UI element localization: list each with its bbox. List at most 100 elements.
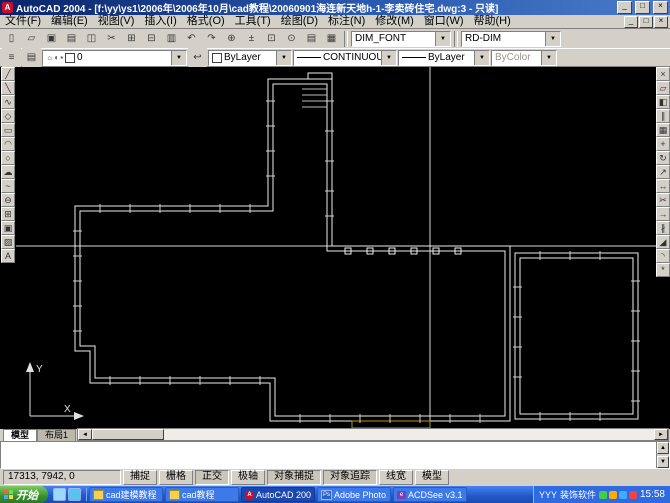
- tray-icon-green[interactable]: [599, 491, 607, 499]
- chevron-down-icon[interactable]: ▼: [171, 51, 186, 65]
- chevron-down-icon[interactable]: ▼: [276, 51, 291, 65]
- layer-previous-icon[interactable]: ↩: [188, 48, 207, 67]
- scrollbar-track[interactable]: [164, 429, 654, 440]
- copy-object-icon[interactable]: ▱: [656, 81, 670, 95]
- menu-item[interactable]: 标注(N): [323, 15, 370, 28]
- status-toggle-button[interactable]: 对象捕捉: [267, 470, 321, 485]
- start-button[interactable]: 开始: [0, 486, 48, 503]
- task-button[interactable]: cad教程: [165, 487, 239, 502]
- tray-icon-orange[interactable]: [609, 491, 617, 499]
- undo-icon[interactable]: ↶: [182, 29, 201, 48]
- layer-manager-icon[interactable]: ▤: [22, 48, 41, 67]
- explode-icon[interactable]: *: [656, 263, 670, 277]
- make-block-icon[interactable]: ▣: [1, 221, 15, 235]
- menu-item[interactable]: 格式(O): [182, 15, 230, 28]
- polyline-icon[interactable]: ∿: [1, 95, 15, 109]
- cut-icon[interactable]: ✂: [102, 29, 121, 48]
- erase-icon[interactable]: ×: [656, 67, 670, 81]
- color-combo[interactable]: ByLayer ▼: [208, 50, 292, 66]
- pan-icon[interactable]: ⊕: [222, 29, 241, 48]
- command-lines[interactable]: 指定相机位 <14640, 9786, 1334>: <正交 开: [1, 442, 656, 468]
- menu-item[interactable]: 编辑(E): [46, 15, 93, 28]
- tray-icon-blue[interactable]: [619, 491, 627, 499]
- chevron-down-icon[interactable]: ▼: [474, 51, 489, 65]
- trim-icon[interactable]: ✂: [656, 193, 670, 207]
- mirror-icon[interactable]: ◧: [656, 95, 670, 109]
- status-toggle-button[interactable]: 栅格: [159, 470, 193, 485]
- scale-icon[interactable]: ↗: [656, 165, 670, 179]
- extend-icon[interactable]: →: [656, 207, 670, 221]
- break-icon[interactable]: ∦: [656, 221, 670, 235]
- drawing-area[interactable]: ╱╲∿◇▭◠○☁~⊖⊞▣▨A YX ×▱◧∥▦+↻↗↔✂→∦◢◝*: [0, 67, 670, 429]
- zoom-realtime-icon[interactable]: ±: [242, 29, 261, 48]
- revision-cloud-icon[interactable]: ☁: [1, 165, 15, 179]
- show-desktop-icon[interactable]: [53, 488, 66, 501]
- menu-item[interactable]: 插入(I): [139, 15, 181, 28]
- line-icon[interactable]: ╱: [1, 67, 15, 81]
- scroll-up-icon[interactable]: ▲: [657, 442, 669, 454]
- minimize-button[interactable]: _: [617, 1, 632, 14]
- rectangle-icon[interactable]: ▭: [1, 123, 15, 137]
- make-object-layer-current-icon[interactable]: ≡: [2, 48, 21, 67]
- status-toggle-button[interactable]: 模型: [415, 470, 449, 485]
- command-window[interactable]: 指定相机位 <14640, 9786, 1334>: <正交 开 ▲ ▼: [0, 441, 670, 469]
- zoom-window-icon[interactable]: ⊡: [262, 29, 281, 48]
- zoom-previous-icon[interactable]: ⊙: [282, 29, 301, 48]
- dim-style-combo[interactable]: RD-DIM ▼: [461, 31, 561, 47]
- chevron-down-icon[interactable]: ▼: [381, 51, 396, 65]
- redo-icon[interactable]: ↷: [202, 29, 221, 48]
- task-button[interactable]: A AutoCAD 200...: [241, 487, 315, 502]
- scroll-right-icon[interactable]: ►: [654, 429, 668, 440]
- scroll-left-icon[interactable]: ◄: [78, 429, 92, 440]
- mdi-close-button[interactable]: ×: [654, 16, 668, 28]
- linetype-combo[interactable]: CONTINUOUS ▼: [293, 50, 397, 66]
- menu-item[interactable]: 帮助(H): [469, 15, 516, 28]
- task-button[interactable]: e ACDSee v3.1...: [393, 487, 467, 502]
- status-toggle-button[interactable]: 线宽: [379, 470, 413, 485]
- chamfer-icon[interactable]: ◢: [656, 235, 670, 249]
- chevron-down-icon[interactable]: ▼: [545, 32, 560, 46]
- close-button[interactable]: ×: [653, 1, 668, 14]
- print-icon[interactable]: ▤: [62, 29, 81, 48]
- spline-icon[interactable]: ~: [1, 179, 15, 193]
- tray-app-label[interactable]: 装饰软件: [560, 488, 596, 501]
- status-toggle-button[interactable]: 捕捉: [123, 470, 157, 485]
- menu-item[interactable]: 文件(F): [0, 15, 46, 28]
- construction-line-icon[interactable]: ╲: [1, 81, 15, 95]
- status-toggle-button[interactable]: 极轴: [231, 470, 265, 485]
- polygon-icon[interactable]: ◇: [1, 109, 15, 123]
- menu-item[interactable]: 修改(M): [370, 15, 419, 28]
- mdi-minimize-button[interactable]: _: [624, 16, 638, 28]
- match-properties-icon[interactable]: ▥: [162, 29, 181, 48]
- command-scrollbar[interactable]: ▲ ▼: [656, 442, 669, 468]
- hatch-icon[interactable]: ▨: [1, 235, 15, 249]
- menu-item[interactable]: 绘图(D): [276, 15, 323, 28]
- new-icon[interactable]: ▯: [2, 29, 21, 48]
- print-preview-icon[interactable]: ◫: [82, 29, 101, 48]
- paste-icon[interactable]: ⊟: [142, 29, 161, 48]
- rotate-icon[interactable]: ↻: [656, 151, 670, 165]
- copy-icon[interactable]: ⊞: [122, 29, 141, 48]
- properties-icon[interactable]: ▤: [302, 29, 321, 48]
- fillet-icon[interactable]: ◝: [656, 249, 670, 263]
- tray-icon-red[interactable]: [629, 491, 637, 499]
- horizontal-scrollbar[interactable]: ◄ ►: [77, 428, 669, 441]
- scrollbar-thumb[interactable]: [92, 429, 164, 440]
- layout-tab[interactable]: 布局1: [37, 429, 76, 441]
- layout-tab[interactable]: 模型: [3, 429, 37, 441]
- save-icon[interactable]: ▣: [42, 29, 61, 48]
- maximize-button[interactable]: □: [635, 1, 650, 14]
- mtext-icon[interactable]: A: [1, 249, 15, 263]
- floor-plan-canvas[interactable]: YX: [16, 67, 656, 429]
- task-button[interactable]: Ps Adobe Photo...: [317, 487, 391, 502]
- status-toggle-button[interactable]: 正交: [195, 470, 229, 485]
- offset-icon[interactable]: ∥: [656, 109, 670, 123]
- menu-item[interactable]: 视图(V): [93, 15, 140, 28]
- menu-item[interactable]: 工具(T): [230, 15, 276, 28]
- ellipse-icon[interactable]: ⊖: [1, 193, 15, 207]
- move-icon[interactable]: +: [656, 137, 670, 151]
- scroll-down-icon[interactable]: ▼: [657, 456, 669, 468]
- status-toggle-button[interactable]: 对象追踪: [323, 470, 377, 485]
- mdi-restore-button[interactable]: □: [639, 16, 653, 28]
- open-icon[interactable]: ▱: [22, 29, 41, 48]
